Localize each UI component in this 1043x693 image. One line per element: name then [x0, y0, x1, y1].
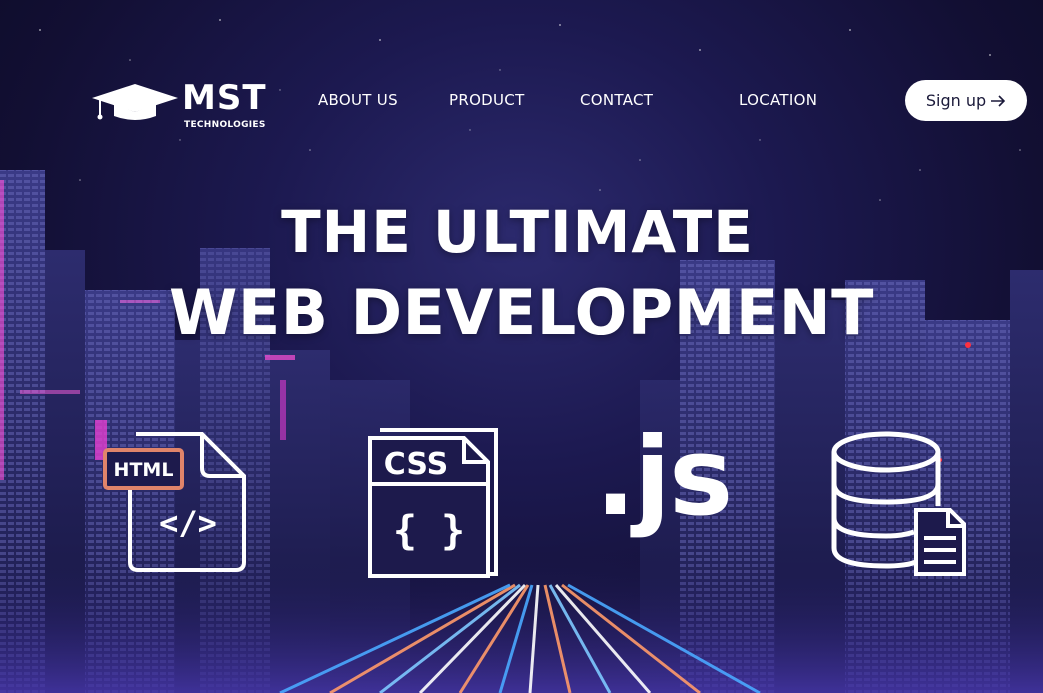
html-file-icon: HTML </> — [103, 432, 246, 572]
html-code-symbol: </> — [159, 504, 217, 542]
css-file-icon: CSS { } — [368, 428, 498, 578]
hero-title-line-2: WEB DEVELOPMENT — [169, 276, 874, 349]
graduation-cap-icon — [92, 84, 178, 120]
signup-label: Sign up — [925, 91, 987, 110]
html-label: HTML — [114, 459, 174, 481]
nav-product[interactable]: PRODUCT — [449, 91, 525, 109]
database-document-icon — [831, 431, 966, 576]
brand-logo[interactable]: MST TECHNOLOGIES — [92, 78, 282, 134]
nav-location[interactable]: LOCATION — [739, 91, 817, 109]
css-label: CSS — [384, 447, 448, 482]
signup-button[interactable]: Sign up — [905, 80, 1027, 121]
nav-about-us[interactable]: ABOUT US — [318, 91, 398, 109]
brand-name: MST — [182, 78, 267, 118]
css-braces-symbol: { } — [393, 508, 465, 554]
brand-subtitle: TECHNOLOGIES — [184, 120, 266, 130]
hero-title-line-1: THE ULTIMATE — [281, 198, 754, 266]
arrow-right-icon — [991, 94, 1006, 107]
javascript-icon: .js — [595, 415, 733, 540]
nav-contact[interactable]: CONTACT — [580, 91, 653, 109]
